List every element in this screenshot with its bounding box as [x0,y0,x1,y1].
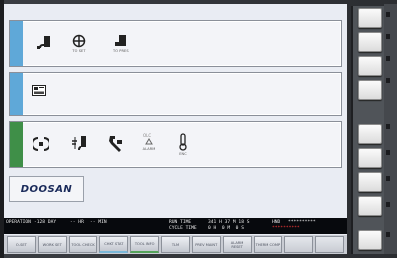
rail-mark [386,34,390,39]
operation-minutes: -- MIN [90,220,107,225]
doosan-logo: DOOSAN [9,176,84,202]
offset-setting-icon[interactable]: TO SET [72,34,86,53]
softkey-tlm[interactable]: TLM [161,236,190,253]
panel-strip [10,21,23,66]
side-button-2[interactable] [358,32,382,52]
panel-maintenance: OLC ALARM ENC [9,121,342,168]
bezel-rail [384,4,397,254]
softkey-prev-maint[interactable]: PREV MAINT [191,236,221,253]
temperature-icon[interactable]: ENC [178,133,188,156]
rail-mark [386,176,390,181]
panel-program [9,72,342,116]
side-button-3[interactable] [358,56,382,76]
softkey-alarm-reset[interactable]: ALARM RESET [222,236,252,253]
cycle-time-label: CYCLE TIME [169,226,197,231]
side-button-4[interactable] [358,80,382,100]
offset-setting-caption: TO SET [72,49,86,53]
side-button-9[interactable] [358,230,382,250]
operation-hours: -- HR [70,220,84,225]
panel-strip [10,73,23,115]
operation-label: OPERATION [6,220,31,225]
side-button-1[interactable] [358,8,382,28]
softkey-tool-info[interactable]: TOOL INFO [130,236,160,253]
side-button-column [351,6,385,254]
rail-mark [386,56,390,61]
softkey-blank-1[interactable] [284,236,314,253]
softkey-bar: O-SET WORK SET TOOL CHECK CHKT STAT TOOL… [4,235,347,254]
rail-mark [386,12,390,17]
maintenance-wrench-icon[interactable] [107,134,124,154]
tool-offset-icon[interactable] [36,35,52,51]
softkey-chkt-stat[interactable]: CHKT STAT [99,236,129,253]
side-button-6[interactable] [358,148,382,168]
logo-text: DOOSAN [20,183,73,195]
softkey-blank-2[interactable] [315,236,344,253]
softkey-tool-check[interactable]: TOOL CHECK [68,236,98,253]
side-button-7[interactable] [358,172,382,192]
rail-mark [386,78,390,83]
cycle-time-dashes: ********** [272,226,300,231]
side-button-5[interactable] [358,124,382,144]
panel-tool-setup: TO SET TO PRES [9,20,342,67]
alarm-caption: ALARM [142,147,156,151]
temperature-caption: ENC [179,152,187,156]
rail-mark [386,202,390,207]
cnc-screen: TO SET TO PRES OLC ALARM ENC DOOSAN OPER… [4,4,347,254]
side-button-8[interactable] [358,196,382,216]
softkey-o-set[interactable]: O-SET [7,236,36,253]
softkey-work-set[interactable]: WORK SET [37,236,67,253]
alarm-icon[interactable]: OLC ALARM [142,132,156,151]
status-bar: OPERATION -128 DAY -- HR -- MIN RUN TIME… [4,218,347,234]
spindle-icon[interactable] [33,137,49,151]
tool-preset-caption: TO PRES [113,49,129,53]
program-display-icon[interactable] [32,85,46,96]
softkey-therm-comp[interactable]: THERM COMP [253,236,283,253]
panel-strip [10,122,23,167]
rail-mark [386,150,390,155]
rail-mark [386,232,390,237]
coolant-icon[interactable] [70,135,88,152]
tool-preset-icon[interactable]: TO PRES [113,34,129,53]
cycle-time-value: 0 H 0 M 0 S [208,226,244,231]
svg-text:OLC: OLC [143,133,151,138]
operation-value: -128 DAY [34,220,57,225]
rail-mark [386,124,390,129]
